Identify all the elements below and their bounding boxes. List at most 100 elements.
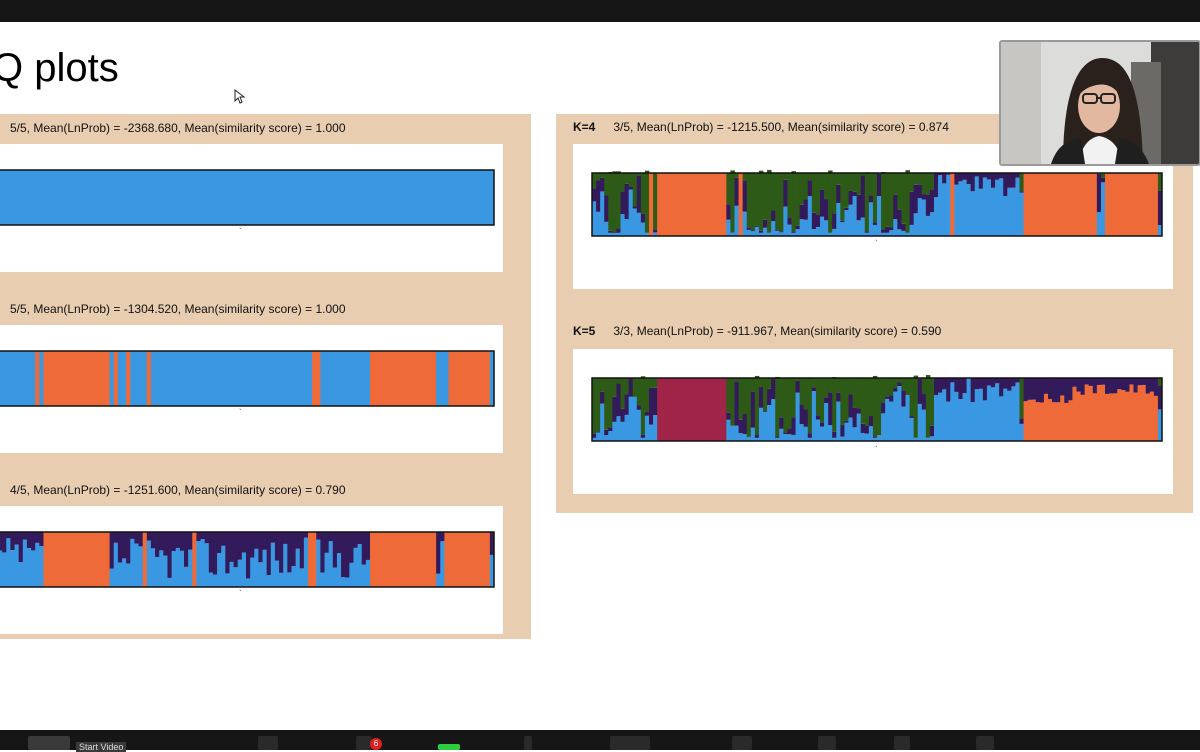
qplot-bar-segment	[341, 532, 346, 577]
qplot-bar-segment	[844, 378, 848, 421]
qplot-bar-segment	[176, 548, 181, 587]
qplot-bar-segment	[641, 434, 645, 438]
qplot-bar-segment	[15, 544, 20, 587]
qplot-bar-segment	[787, 173, 791, 217]
qplot-bar-segment	[263, 351, 268, 406]
qplot-bar-segment	[743, 212, 747, 236]
qplot-bar-segment	[221, 170, 226, 225]
share-screen-button[interactable]	[438, 744, 460, 750]
qplot-bar-segment	[172, 351, 177, 406]
qplot-bar-segment	[366, 351, 371, 406]
plot-5-box: `	[573, 349, 1173, 494]
qplot-bar-segment	[893, 388, 897, 392]
qplot-bar-segment	[176, 532, 181, 548]
qplot-bar-segment	[263, 170, 268, 225]
qplot-bar-segment	[796, 393, 800, 441]
qplot-bar-segment	[35, 351, 40, 406]
qplot-bar-segment	[783, 180, 787, 207]
qplot-bar-segment	[72, 170, 77, 225]
record-button[interactable]	[524, 736, 532, 750]
qplot-bar-segment	[1117, 173, 1121, 236]
qplot-bar-segment	[1125, 173, 1129, 236]
qplot-bar-segment	[979, 378, 983, 389]
webcam-video-thumbnail[interactable]	[999, 40, 1200, 166]
qplot-bar-segment	[918, 379, 922, 404]
qplot-bar-segment	[97, 532, 102, 587]
qplot-bar-segment	[118, 170, 123, 225]
qplot-bar-segment	[1093, 173, 1097, 236]
qplot-bar-segment	[31, 351, 36, 406]
qplot-bar-segment	[444, 532, 449, 587]
end-button[interactable]	[976, 736, 994, 750]
qplot-bar-segment	[1032, 173, 1036, 236]
qplot-bar-segment	[147, 541, 152, 587]
qplot-bar-segment	[926, 194, 930, 216]
qplot-bar-segment	[1089, 173, 1093, 236]
qplot-bar-segment	[77, 532, 82, 587]
qplot-bar-segment	[337, 553, 342, 587]
apps-button[interactable]	[732, 736, 752, 750]
qplot-bar-segment	[995, 173, 999, 180]
qplot-bar-segment	[19, 562, 24, 587]
qplot-bar-segment	[308, 351, 313, 406]
qplot-bar-segment	[865, 425, 869, 433]
qplot-bar-segment	[877, 378, 881, 435]
mute-button[interactable]	[28, 736, 70, 750]
qplot-bar-segment	[378, 532, 383, 587]
qplot-bar-segment	[979, 173, 983, 189]
qplot-bar-segment	[995, 180, 999, 236]
qplot-bar-segment	[637, 213, 641, 236]
qplot-bar-segment	[10, 351, 15, 406]
more-button[interactable]	[894, 736, 910, 750]
qplot-bar-segment	[865, 378, 869, 425]
qplot-bar-segment	[196, 351, 201, 406]
qplot-bar-segment	[2, 351, 7, 406]
reactions-button[interactable]	[610, 736, 650, 750]
qplot-bar-segment	[378, 351, 383, 406]
qplot-bar-segment	[918, 404, 922, 441]
qplot-bar-segment	[718, 173, 722, 236]
qplot-bar-segment	[621, 214, 625, 236]
qplot-bar-segment	[808, 180, 812, 196]
qplot-bar-segment	[820, 190, 824, 217]
qplot-bar-segment	[279, 532, 284, 573]
qplot-bar-segment	[767, 389, 771, 405]
qplot-bar-segment	[1072, 387, 1076, 441]
qplot-bar-segment	[621, 378, 625, 409]
qplot-bar-segment	[358, 351, 363, 406]
qplot-bar-segment	[629, 379, 633, 397]
qplot-bar-segment	[1138, 378, 1142, 385]
qplot-bar-segment	[653, 229, 657, 232]
qplot-bar-segment	[702, 173, 706, 236]
qplot-bar-segment	[23, 170, 28, 225]
whiteboard-button[interactable]	[818, 736, 836, 750]
qplot-bar-segment	[796, 173, 800, 226]
qplot-bar-segment	[946, 402, 950, 441]
qplot-bar-segment	[775, 229, 779, 230]
qplot-bar-segment	[747, 378, 751, 437]
qplot-bar-segment	[934, 378, 938, 395]
qplot-bar-segment	[796, 381, 800, 393]
qplot-bar-segment	[755, 226, 759, 227]
qplot-bar-segment	[857, 173, 861, 195]
qplot-bar-segment	[735, 426, 739, 441]
qplot-bar-segment	[134, 532, 139, 544]
qplot-bar-segment	[428, 532, 433, 587]
qplot-bar-segment	[771, 210, 775, 221]
plot-1-tick: `	[239, 227, 242, 236]
qplot-bar-segment	[320, 170, 325, 225]
qplot-bar-segment	[258, 562, 263, 587]
qplot-bar-segment	[608, 427, 612, 431]
qplot-bar-segment	[85, 532, 90, 587]
qplot-bar-segment	[1028, 378, 1032, 400]
qplot-bar-segment	[122, 170, 127, 225]
qplot-bar-segment	[792, 231, 796, 232]
qplot-bar-segment	[726, 204, 730, 220]
plot-3-qplot: `	[0, 506, 503, 634]
qplot-bar-segment	[983, 378, 987, 400]
qplot-bar-segment	[267, 351, 272, 406]
start-video-button[interactable]: Start Video	[76, 742, 126, 752]
participants-button[interactable]	[258, 736, 278, 750]
qplot-bar-segment	[824, 378, 828, 397]
qplot-bar-segment	[616, 228, 620, 232]
